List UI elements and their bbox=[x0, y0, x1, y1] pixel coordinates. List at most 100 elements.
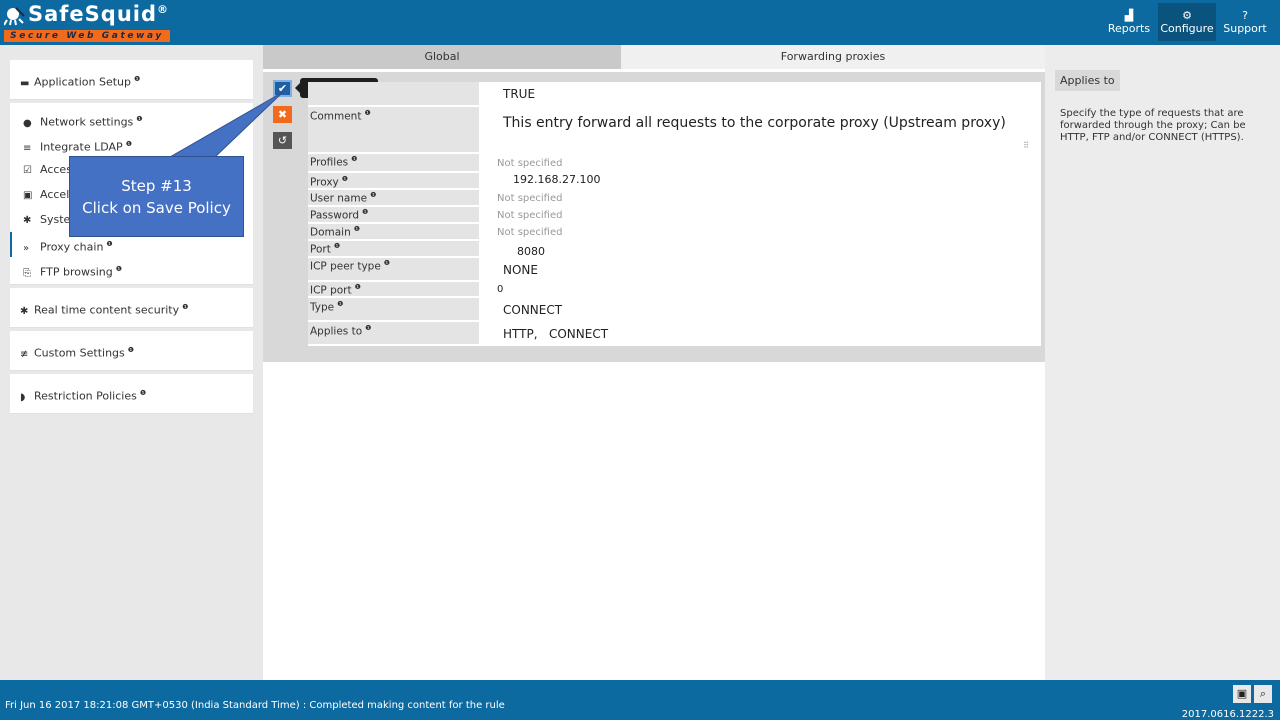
bug-icon: ✱ bbox=[20, 305, 29, 317]
help-panel: Applies to Specify the type of requests … bbox=[1045, 45, 1280, 680]
sidebar-item-integrate-ldap[interactable]: ≡ Integrate LDAP ❶ bbox=[10, 132, 253, 157]
search-icon: ⌕ bbox=[1259, 687, 1267, 700]
form-row-port: Port ❶ 8080 bbox=[308, 241, 1041, 258]
info-icon[interactable]: ❶ bbox=[342, 175, 348, 183]
cogs-icon: ⚙ bbox=[1182, 9, 1192, 22]
form-label-proxy: Proxy ❶ bbox=[308, 173, 479, 189]
sidebar-item-ftp-browsing[interactable]: ⎘ FTP browsing ❶ bbox=[10, 257, 253, 282]
undo-icon: ↺ bbox=[277, 134, 288, 147]
form-label-type: Type ❶ bbox=[308, 298, 479, 320]
action-buttons: ✔ ✖ ↺ bbox=[273, 80, 293, 158]
sidebar-head-custom-settings[interactable]: ≢ Custom Settings ❶ bbox=[10, 331, 253, 370]
sidebar-head-realtime-content-security[interactable]: ✱ Real time content security ❶ bbox=[10, 288, 253, 327]
info-icon[interactable]: ❶ bbox=[351, 155, 357, 163]
info-icon[interactable]: ❶ bbox=[362, 208, 368, 216]
info-icon[interactable]: ❶ bbox=[126, 140, 132, 148]
delete-button[interactable]: ✖ bbox=[273, 106, 292, 123]
domain-value[interactable]: Not specified bbox=[479, 224, 1041, 239]
resize-grip-icon[interactable]: ⠿ bbox=[1023, 141, 1029, 150]
nav-configure[interactable]: ⚙ Configure bbox=[1158, 3, 1216, 41]
version-label: 2017.0616.1222.3 bbox=[1181, 709, 1274, 720]
form-row-type: Type ❶ CONNECT bbox=[308, 298, 1041, 322]
close-icon: ✖ bbox=[277, 108, 288, 121]
form-label-comment: Comment ❶ bbox=[308, 107, 479, 152]
applies-to-select[interactable]: HTTP, CONNECT bbox=[479, 322, 1041, 344]
form-row-proxy: Proxy ❶ 192.168.27.100 bbox=[308, 173, 1041, 190]
info-icon[interactable]: ❶ bbox=[354, 225, 360, 233]
top-bar: SafeSquid® Secure Web Gateway ▟ Reports … bbox=[0, 0, 1280, 45]
form-label-port: Port ❶ bbox=[308, 241, 479, 256]
nav-reports[interactable]: ▟ Reports bbox=[1100, 3, 1158, 41]
info-icon[interactable]: ❶ bbox=[355, 283, 361, 291]
type-select[interactable]: CONNECT bbox=[479, 298, 1041, 320]
form-row-username: User name ❶ Not specified bbox=[308, 190, 1041, 207]
form-row-icp-port: ICP port ❶ 0 bbox=[308, 282, 1041, 298]
password-value[interactable]: Not specified bbox=[479, 207, 1041, 222]
info-icon[interactable]: ❶ bbox=[106, 240, 112, 248]
callout-instruction: Click on Save Policy bbox=[82, 199, 231, 217]
proxy-input[interactable]: 192.168.27.100 bbox=[479, 173, 1041, 188]
form-row-profiles: Profiles ❶ Not specified bbox=[308, 154, 1041, 173]
sidebar-head-restriction-policies[interactable]: ◗ Restriction Policies ❶ bbox=[10, 374, 253, 413]
info-icon[interactable]: ❶ bbox=[337, 300, 343, 308]
policy-editor-panel: ✔ ✖ ↺ Save Policy TRUE Comment❶ This ent… bbox=[263, 72, 1045, 362]
squid-logo-icon bbox=[4, 7, 25, 26]
info-icon[interactable]: ❶ bbox=[128, 346, 134, 354]
sidebar-head-application-setup[interactable]: ▬ Application Setup ❶ bbox=[10, 60, 253, 99]
form-label-username: User name ❶ bbox=[308, 190, 479, 205]
info-icon[interactable]: ❶ bbox=[134, 75, 140, 83]
comment-textarea[interactable]: This entry forward all requests to the c… bbox=[479, 107, 1041, 152]
form-label-applies-to: Applies to ❶ bbox=[308, 322, 479, 344]
form-label-password: Password ❶ bbox=[308, 207, 479, 222]
info-icon[interactable]: ❶ bbox=[182, 303, 188, 311]
main-content: Global Forwarding proxies ✔ ✖ ↺ Save Pol… bbox=[263, 45, 1045, 680]
help-text: Specify the type of requests that are fo… bbox=[1060, 108, 1246, 143]
tab-global[interactable]: Global bbox=[263, 45, 621, 69]
shield-icon: ◗ bbox=[20, 391, 26, 403]
enabled-value[interactable]: TRUE bbox=[479, 82, 1041, 105]
icp-peer-type-select[interactable]: NONE bbox=[479, 258, 1041, 280]
nav-support-label: Support bbox=[1223, 22, 1267, 35]
info-icon[interactable]: ❶ bbox=[334, 242, 340, 250]
form-row-icp-peer-type: ICP peer type ❶ NONE bbox=[308, 258, 1041, 282]
form-label-profiles: Profiles ❶ bbox=[308, 154, 479, 171]
nav-support[interactable]: ? Support bbox=[1216, 3, 1274, 41]
undo-button[interactable]: ↺ bbox=[273, 132, 292, 149]
save-policy-button[interactable]: ✔ bbox=[273, 80, 292, 97]
status-bar: Fri Jun 16 2017 18:21:08 GMT+0530 (India… bbox=[0, 680, 1280, 720]
username-value[interactable]: Not specified bbox=[479, 190, 1041, 205]
sidebar: ▬ Application Setup ❶ ● Network settings ❶ ≡… bbox=[10, 60, 253, 414]
logo-tagline: Secure Web Gateway bbox=[4, 30, 170, 42]
info-icon[interactable]: ❶ bbox=[365, 324, 371, 332]
search-button[interactable]: ⌕ bbox=[1254, 685, 1272, 703]
status-message: Fri Jun 16 2017 18:21:08 GMT+0530 (India… bbox=[5, 700, 505, 711]
info-icon[interactable]: ❶ bbox=[140, 389, 146, 397]
safesquid-logo[interactable]: SafeSquid® Secure Web Gateway bbox=[4, 2, 170, 42]
briefcase-icon: ▬ bbox=[20, 77, 30, 89]
icp-port-value[interactable]: 0 bbox=[479, 282, 1041, 296]
info-icon[interactable]: ❶ bbox=[384, 259, 390, 267]
port-input[interactable]: 8080 bbox=[479, 241, 1041, 258]
form-label-icp-port: ICP port ❶ bbox=[308, 282, 479, 297]
info-icon[interactable]: ❶ bbox=[136, 115, 142, 123]
profiles-value[interactable]: Not specified bbox=[479, 154, 1041, 171]
form-label-domain: Domain ❶ bbox=[308, 224, 479, 239]
save-config-button[interactable]: ▣ bbox=[1233, 685, 1251, 703]
info-icon[interactable]: ❶ bbox=[116, 265, 122, 273]
logo-title: SafeSquid® bbox=[28, 2, 170, 26]
copy-icon: ⎘ bbox=[23, 267, 31, 279]
info-icon[interactable]: ❶ bbox=[364, 109, 370, 117]
sidebar-section-realtime: ✱ Real time content security ❶ bbox=[10, 288, 253, 328]
form-label-icp-peer-type: ICP peer type ❶ bbox=[308, 258, 479, 280]
tab-forwarding-proxies[interactable]: Forwarding proxies bbox=[621, 45, 1045, 69]
form-label-enabled bbox=[308, 82, 479, 105]
form-row-applies-to: Applies to ❶ HTTP, CONNECT bbox=[308, 322, 1041, 346]
check-square-icon: ✔ bbox=[277, 82, 288, 95]
form-row-enabled: TRUE bbox=[308, 82, 1041, 107]
help-topic-tag: Applies to bbox=[1055, 70, 1120, 91]
sidebar-section-restriction: ◗ Restriction Policies ❶ bbox=[10, 374, 253, 414]
info-icon[interactable]: ❶ bbox=[370, 191, 376, 199]
form-row-password: Password ❶ Not specified bbox=[308, 207, 1041, 224]
sidebar-item-network-settings[interactable]: ● Network settings ❶ bbox=[10, 107, 253, 132]
sitemap-icon: ✱ bbox=[23, 215, 32, 226]
